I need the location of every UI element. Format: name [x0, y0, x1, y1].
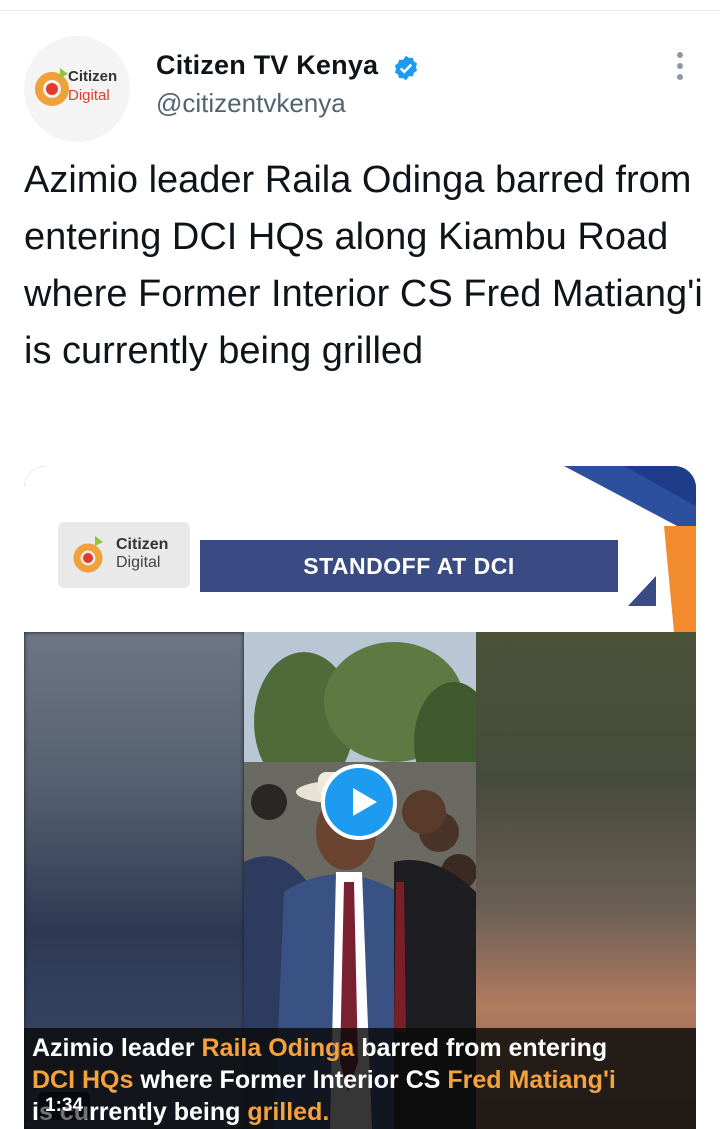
avatar-logo-line2: Digital: [68, 87, 110, 104]
caption-line-1: Azimio leader Raila Odinga barred from e…: [32, 1034, 607, 1063]
caption-highlight: Fred Matiang'i: [447, 1066, 616, 1094]
caption-line-2: DCI HQs where Former Interior CS Fred Ma…: [32, 1066, 616, 1095]
display-name[interactable]: Citizen TV Kenya: [156, 50, 378, 81]
caption-text: where Former Interior CS: [133, 1066, 448, 1094]
play-icon[interactable]: [321, 764, 397, 840]
avatar[interactable]: Citizen Digital: [24, 36, 130, 142]
caption-text: barred from entering: [354, 1034, 608, 1062]
account-handle[interactable]: @citizentvkenya: [156, 88, 346, 119]
tweet-text: Azimio leader Raila Odinga barred from e…: [24, 159, 703, 372]
caption-highlight: DCI HQs: [32, 1066, 134, 1094]
video-duration: 1:34: [38, 1092, 91, 1120]
caption-highlight: grilled.: [247, 1098, 330, 1126]
banner-logo-line2: Digital: [116, 554, 161, 571]
more-vertical-icon[interactable]: [668, 52, 692, 82]
banner-logo-line1: Citizen: [116, 536, 169, 553]
top-divider: [0, 0, 720, 11]
banner-title: STANDOFF AT DCI: [200, 540, 618, 592]
avatar-logo-line1: Citizen: [68, 68, 118, 85]
caption-text: Azimio leader: [32, 1034, 202, 1062]
caption-highlight: Raila Odinga: [201, 1034, 355, 1062]
video-media[interactable]: Citizen Digital STANDOFF AT DCI Azimio l…: [24, 466, 696, 1129]
citizen-logo-icon: [73, 536, 103, 573]
video-caption: Azimio leader Raila Odinga barred from e…: [24, 1028, 696, 1129]
banner-logo: Citizen Digital: [58, 522, 190, 588]
verified-badge-icon: [394, 55, 418, 81]
video-banner: Citizen Digital STANDOFF AT DCI: [24, 466, 696, 632]
